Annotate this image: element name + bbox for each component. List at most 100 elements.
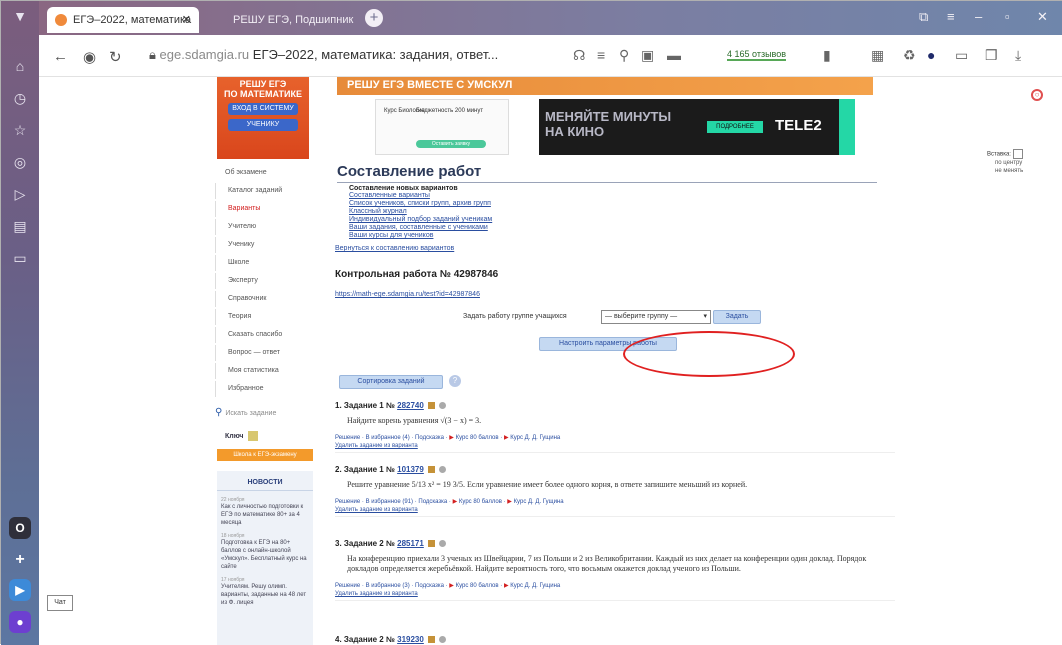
help-icon[interactable]: ? xyxy=(449,375,461,387)
back-link[interactable]: Вернуться к составлению вариантов xyxy=(335,245,454,252)
favorite-link[interactable]: В избранное (91) xyxy=(366,499,413,505)
sidebar-item-favorites[interactable]: Избранное xyxy=(215,381,315,397)
close-ad-icon[interactable]: ○ xyxy=(1031,89,1043,101)
sidebar-item-reference[interactable]: Справочник xyxy=(215,291,315,307)
course-link[interactable]: Курс 80 баллов xyxy=(456,435,499,441)
close-window-icon[interactable]: ✕ xyxy=(1037,9,1048,25)
sidebar-item-teacher[interactable]: Учителю xyxy=(215,219,315,235)
back-icon[interactable]: ← xyxy=(53,48,68,65)
news-item[interactable]: 18 ноября Подготовка к ЕГЭ на 80+ баллов… xyxy=(221,533,309,571)
site-logo[interactable]: РЕШУ ЕГЭ ПО МАТЕМАТИКЕ ВХОД В СИСТЕМУ УЧ… xyxy=(217,77,309,159)
group-select[interactable]: — выберите группу — ▾ xyxy=(601,310,711,324)
pin-icon[interactable]: ▬ xyxy=(667,47,681,63)
close-tab-icon[interactable]: ✕ xyxy=(182,7,191,33)
course-link[interactable]: Курс Д. Д. Гущина xyxy=(510,435,560,441)
course-link[interactable]: Курс 80 баллов xyxy=(459,499,502,505)
chat-button[interactable]: Чат xyxy=(47,595,73,611)
cast-icon[interactable]: ▭ xyxy=(955,47,968,64)
link-courses[interactable]: Ваши курсы для учеников xyxy=(349,232,492,240)
sidebar-item-theory[interactable]: Теория xyxy=(215,309,315,325)
home-icon[interactable]: ⌂ xyxy=(11,57,29,75)
link-variants[interactable]: Составленные варианты xyxy=(349,192,492,200)
edit-icon[interactable] xyxy=(427,540,435,548)
solution-link[interactable]: Решение xyxy=(335,499,360,505)
edit-icon[interactable] xyxy=(427,636,435,644)
login-button[interactable]: ВХОД В СИСТЕМУ xyxy=(228,103,298,115)
news-item[interactable]: 22 ноября Как с личностью подготовки к Е… xyxy=(221,497,309,527)
minimize-icon[interactable]: – xyxy=(975,9,982,24)
task-number[interactable]: 282740 xyxy=(397,401,424,410)
student-button[interactable]: УЧЕНИКУ xyxy=(228,119,298,131)
profile-icon[interactable]: ● xyxy=(927,47,935,63)
sidebar-item-catalog[interactable]: Каталог заданий xyxy=(215,183,315,199)
bookmark-icon[interactable]: ▮ xyxy=(823,47,831,64)
menu-icon[interactable]: ≡ xyxy=(947,9,955,24)
link-journal[interactable]: Классный журнал xyxy=(349,208,492,216)
solution-link[interactable]: Решение xyxy=(335,583,360,589)
sidebar-item-school[interactable]: Школе xyxy=(215,255,315,271)
sort-tasks-button[interactable]: Сортировка заданий xyxy=(339,375,443,389)
info-icon[interactable] xyxy=(438,636,446,644)
new-tab-button[interactable]: + xyxy=(365,9,383,27)
list-icon[interactable]: ≡ xyxy=(597,47,605,63)
task-number[interactable]: 319230 xyxy=(397,635,424,644)
tab-reshu[interactable]: РЕШУ ЕГЭ, Подшипник xyxy=(207,7,359,33)
sidebar-item-exam[interactable]: Об экзамене xyxy=(215,165,315,181)
edit-icon[interactable] xyxy=(427,402,435,410)
info-icon[interactable] xyxy=(438,540,446,548)
top-ad-strip[interactable]: РЕШУ ЕГЭ ВМЕСТЕ С УМСКУЛ xyxy=(337,77,873,95)
reviews-badge[interactable]: 4 165 отзывов xyxy=(727,49,787,61)
url-field[interactable]: 🔒︎ ege.sdamgia.ru ЕГЭ–2022, математика: … xyxy=(149,47,498,63)
news-item[interactable]: 17 ноября Учителям. Решу олимп. варианты… xyxy=(221,577,309,607)
key-label[interactable]: Ключ xyxy=(225,431,258,441)
ad-right[interactable]: МЕНЯЙТЕ МИНУТЫ НА КИНО ПОДРОБНЕЕ TELE2 xyxy=(539,99,855,155)
extension-icon[interactable]: ▣ xyxy=(641,47,654,64)
history-icon[interactable]: ◷ xyxy=(11,89,29,107)
task-number[interactable]: 285171 xyxy=(397,539,424,548)
protect-icon[interactable]: ◉ xyxy=(83,48,96,66)
favorite-link[interactable]: В избранное (4) xyxy=(366,435,410,441)
edit-icon[interactable] xyxy=(427,466,435,474)
sidebar-item-thanks[interactable]: Сказать спасибо xyxy=(215,327,315,343)
sidebar-item-variants[interactable]: Варианты xyxy=(215,201,315,217)
delete-task-link[interactable]: Удалить задание из варианта xyxy=(335,591,895,601)
add-app-icon[interactable]: + xyxy=(9,549,31,571)
hint-link[interactable]: Подсказка xyxy=(415,435,444,441)
collections-icon[interactable]: ❒ xyxy=(985,47,998,64)
screenshot-icon[interactable]: ▭ xyxy=(11,249,29,267)
site-search[interactable]: ⚲ Искать задание xyxy=(215,407,315,423)
solution-link[interactable]: Решение xyxy=(335,435,360,441)
insert-checkbox[interactable] xyxy=(1012,149,1023,159)
app-play-icon[interactable]: ▶ xyxy=(9,579,31,601)
download-icon[interactable]: ⤓ xyxy=(1015,47,1021,64)
browser-logo-icon[interactable]: ▼ xyxy=(11,7,29,25)
tab-ege[interactable]: ЕГЭ–2022, математика ✕ xyxy=(47,7,199,33)
bookmarks-icon[interactable]: ☆ xyxy=(11,121,29,139)
notes-icon[interactable]: ▤ xyxy=(11,217,29,235)
app-alice-icon[interactable]: ● xyxy=(9,611,31,633)
link-individual[interactable]: Индивидуальный подбор заданий ученикам xyxy=(349,216,492,224)
assign-button[interactable]: Задать xyxy=(713,310,761,324)
sidebar-item-faq[interactable]: Вопрос — ответ xyxy=(215,345,315,361)
ad-left-button[interactable]: Оставить заявку xyxy=(416,140,486,148)
sidebar-item-stats[interactable]: Моя статистика xyxy=(215,363,315,379)
work-url[interactable]: https://math-ege.sdamgia.ru/test?id=4298… xyxy=(335,291,480,298)
hint-link[interactable]: Подсказка xyxy=(415,583,444,589)
hint-link[interactable]: Подсказка xyxy=(418,499,447,505)
delete-task-link[interactable]: Удалить задание из варианта xyxy=(335,507,895,517)
insert-option-keep[interactable]: не менять xyxy=(987,167,1047,175)
ad-left[interactable]: Курс Биология Бюджетность 200 минут Оста… xyxy=(375,99,509,155)
downloads-icon[interactable]: ◎ xyxy=(11,153,29,171)
link-your-tasks[interactable]: Ваши задания, составленные с учениками xyxy=(349,224,492,232)
info-icon[interactable] xyxy=(438,402,446,410)
sync-icon[interactable]: ♻ xyxy=(903,47,916,64)
maximize-icon[interactable]: ▫ xyxy=(1005,9,1010,24)
insert-option-center[interactable]: по центру xyxy=(987,159,1047,167)
translate-icon[interactable]: ⚲ xyxy=(619,47,629,64)
course-link[interactable]: Курс Д. Д. Гущина xyxy=(510,583,560,589)
task-number[interactable]: 101379 xyxy=(397,465,424,474)
reader-icon[interactable]: ☊ xyxy=(573,47,585,64)
ad-right-button[interactable]: ПОДРОБНЕЕ xyxy=(707,121,763,133)
tabs-menu-icon[interactable]: ⧉ xyxy=(919,9,928,25)
calendar-icon[interactable]: ▦ xyxy=(871,47,884,64)
